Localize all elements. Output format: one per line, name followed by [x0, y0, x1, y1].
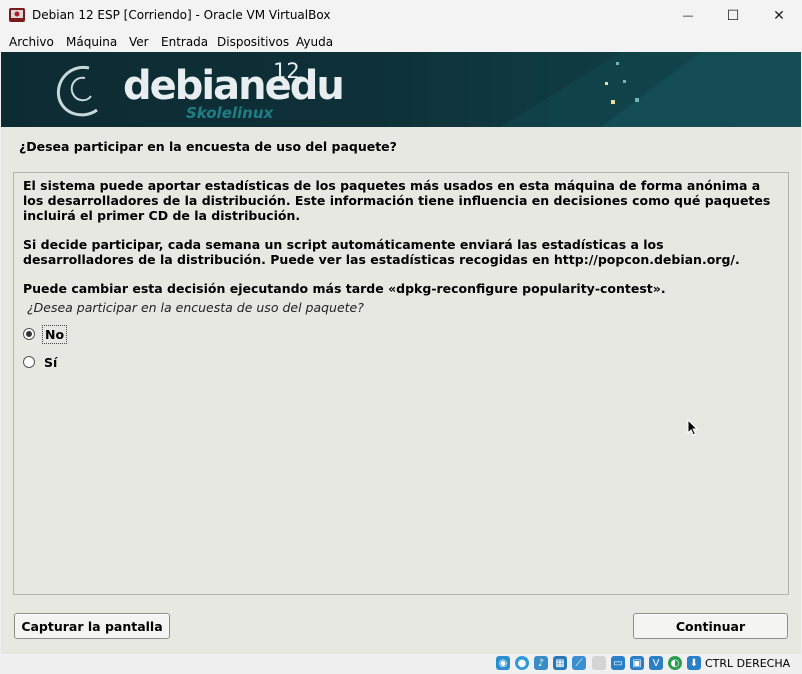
close-button[interactable]: ✕: [756, 0, 802, 31]
option-no[interactable]: No: [23, 324, 68, 344]
menu-ayuda[interactable]: Ayuda: [296, 35, 333, 49]
question-prompt: ¿Desea participar en la encuesta de uso …: [27, 300, 364, 315]
logo-subtitle: Skolelinux: [186, 104, 274, 122]
page-title: ¿Desea participar en la encuesta de uso …: [19, 139, 397, 154]
menu-bar: Archivo Máquina Ver Entrada Dispositivos…: [0, 31, 802, 52]
description-paragraph-1: El sistema puede aportar estadísticas de…: [23, 178, 771, 223]
minimize-button[interactable]: —: [665, 0, 711, 31]
menu-maquina[interactable]: Máquina: [66, 35, 117, 49]
virtualization-icon[interactable]: V: [649, 656, 663, 670]
description-paragraph-3: Puede cambiar esta decisión ejecutando m…: [23, 281, 666, 296]
network-icon[interactable]: ▦: [553, 656, 567, 670]
debian-swirl-icon: [56, 52, 801, 127]
hard-disk-icon[interactable]: ◉: [496, 656, 510, 670]
menu-dispositivos[interactable]: Dispositivos: [217, 35, 289, 49]
logo-version: 12: [273, 59, 300, 83]
menu-archivo[interactable]: Archivo: [9, 35, 54, 49]
radio-unchecked-icon[interactable]: [23, 356, 35, 368]
mouse-cursor-icon: [687, 419, 699, 436]
description-paragraph-2: Si decide participar, cada semana un scr…: [23, 237, 740, 267]
minimize-icon: —: [682, 9, 694, 22]
keyboard-icon[interactable]: ⬇: [687, 656, 701, 670]
option-si[interactable]: Sí: [23, 352, 59, 372]
display-icon[interactable]: ▭: [611, 656, 625, 670]
option-no-label: No: [42, 324, 68, 344]
menu-entrada[interactable]: Entrada: [161, 35, 208, 49]
logo-text: debianedu: [123, 63, 345, 109]
option-si-label: Sí: [44, 354, 58, 370]
close-icon: ✕: [773, 7, 785, 24]
usb-icon[interactable]: ⟋: [572, 656, 586, 670]
optical-drive-icon[interactable]: ●: [515, 656, 529, 670]
vm-statusbar: ◉ ● ♪ ▦ ⟋ ▭ ▣ V ◐ ⬇ CTRL DERECHA: [0, 654, 802, 674]
audio-icon[interactable]: ♪: [534, 656, 548, 670]
menu-ver[interactable]: Ver: [129, 35, 149, 49]
host-key-label: CTRL DERECHA: [705, 657, 791, 670]
virtualbox-vm-icon: [9, 8, 25, 22]
window-titlebar: Debian 12 ESP [Corriendo] - Oracle VM Vi…: [0, 0, 802, 31]
window-title: Debian 12 ESP [Corriendo] - Oracle VM Vi…: [32, 8, 331, 22]
installer-panel: ¿Desea participar en la encuesta de uso …: [1, 127, 801, 654]
maximize-button[interactable]: ☐: [710, 0, 756, 31]
guest-additions-icon[interactable]: ◐: [668, 656, 682, 670]
video-capture-icon[interactable]: ▣: [630, 656, 644, 670]
radio-checked-icon[interactable]: [23, 328, 35, 340]
maximize-icon: ☐: [726, 7, 740, 24]
debian-edu-banner: debianedu 12 Skolelinux: [1, 52, 801, 127]
screenshot-button[interactable]: Capturar la pantalla: [14, 613, 170, 639]
shared-folders-icon[interactable]: [592, 656, 606, 670]
continue-button[interactable]: Continuar: [633, 613, 788, 639]
content-box: El sistema puede aportar estadísticas de…: [13, 172, 789, 595]
